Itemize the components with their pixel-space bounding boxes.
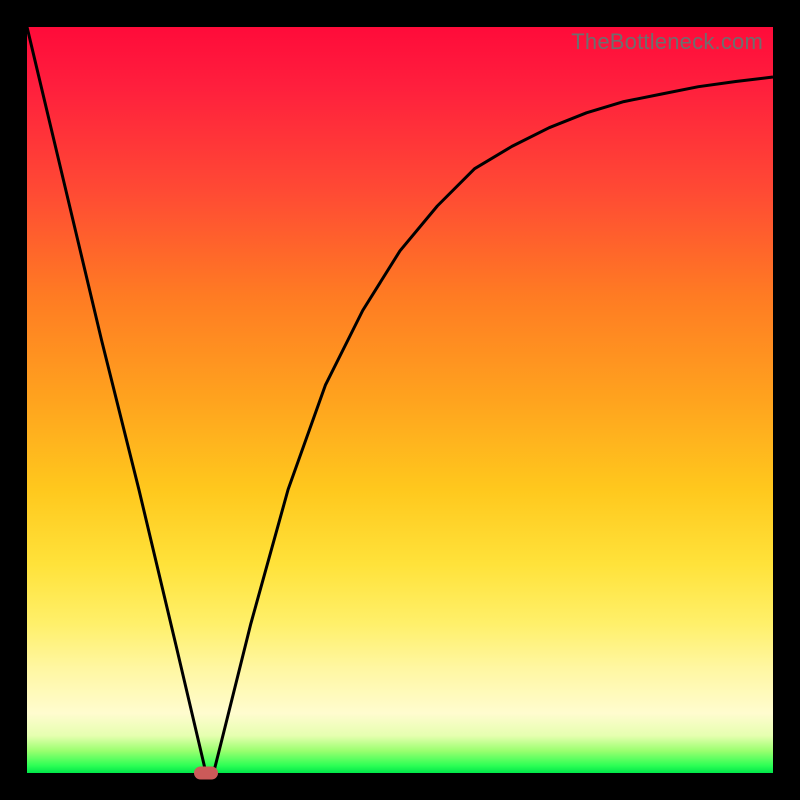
chart-frame: TheBottleneck.com [0, 0, 800, 800]
plot-area: TheBottleneck.com [27, 27, 773, 773]
curve-svg [27, 27, 773, 773]
optimal-point-marker [194, 767, 218, 780]
bottleneck-curve-path [27, 27, 773, 773]
